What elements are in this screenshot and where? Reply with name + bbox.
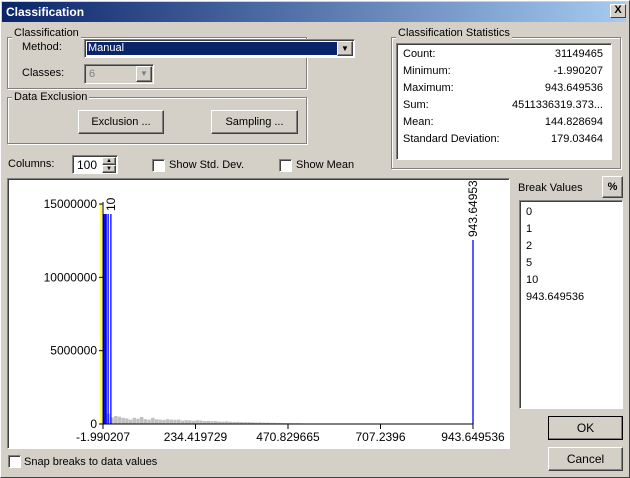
histogram-bar	[169, 419, 173, 424]
cancel-button[interactable]: Cancel	[548, 447, 623, 471]
histogram-bar	[114, 415, 118, 424]
stat-label: Mean:	[403, 116, 434, 128]
y-tick-label: 15000000	[44, 197, 98, 211]
break-value-item[interactable]: 943.649536	[520, 289, 622, 306]
percent-button[interactable]: %	[602, 176, 623, 198]
histogram-bar	[173, 419, 177, 424]
show-mean-label: Show Mean	[296, 159, 355, 171]
break-label: 943.649536	[466, 180, 480, 237]
histogram-bar	[199, 420, 203, 424]
histogram-bar	[151, 417, 155, 424]
method-label: Method:	[22, 41, 62, 53]
histogram-bar	[195, 420, 199, 424]
histogram-bar	[143, 419, 148, 424]
snap-breaks-label: Snap breaks to data values	[24, 456, 158, 468]
histogram-bar	[184, 420, 188, 424]
break-value-item[interactable]: 10	[520, 272, 622, 289]
histogram-bar	[121, 417, 125, 424]
y-tick-label: 0	[90, 417, 97, 431]
snap-breaks-checkbox[interactable]	[8, 455, 21, 468]
stat-row: Mean: 144.828694	[403, 114, 603, 131]
histogram-panel[interactable]: 10 943.649536 0 5000000 10000000 15000000 -1.9…	[7, 178, 510, 449]
sampling-button[interactable]: Sampling ...	[211, 110, 298, 134]
stat-row: Count: 31149465	[403, 46, 603, 63]
histogram-bar	[158, 419, 162, 424]
break-value-item[interactable]: 5	[520, 255, 622, 272]
histogram-bar	[117, 416, 122, 424]
break-values-list[interactable]: 0 1 2 5 10 943.649536	[519, 200, 623, 409]
histogram-bar	[128, 419, 133, 424]
x-tick-label: 943.649536	[441, 430, 505, 444]
break-value-item[interactable]: 2	[520, 238, 622, 255]
histogram-bar	[125, 418, 129, 424]
stat-row: Sum: 4511336319.373...	[403, 97, 603, 114]
classification-legend: Classification	[12, 27, 81, 39]
stat-label: Maximum:	[403, 82, 454, 94]
columns-spinner[interactable]: 100 ▲ ▼	[72, 155, 118, 174]
chevron-down-icon: ▼	[136, 66, 152, 82]
x-tick-label: 707.2396	[355, 430, 405, 444]
stat-row: Standard Deviation: 179.03464	[403, 131, 603, 148]
stat-label: Sum:	[403, 99, 429, 111]
classes-label: Classes:	[22, 67, 65, 79]
stat-label: Minimum:	[403, 65, 451, 77]
histogram-bar	[162, 419, 166, 424]
histogram-bar	[132, 417, 136, 424]
statistics-legend: Classification Statistics	[396, 27, 512, 39]
show-std-dev-label: Show Std. Dev.	[169, 159, 244, 171]
histogram-bar	[147, 419, 151, 424]
stat-value: 31149465	[554, 48, 603, 60]
histogram-bar	[140, 416, 144, 424]
close-button[interactable]: X	[610, 4, 626, 18]
break-label: 10	[104, 197, 118, 211]
ok-button[interactable]: OK	[548, 416, 623, 440]
columns-value: 100	[77, 158, 98, 172]
columns-label: Columns:	[8, 158, 55, 170]
show-mean-checkbox[interactable]	[279, 159, 292, 172]
stat-value: -1.990207	[553, 65, 603, 77]
y-tick-label: 10000000	[44, 270, 98, 284]
stat-value: 943.649536	[544, 82, 603, 94]
method-value: Manual	[87, 42, 337, 55]
data-exclusion-legend: Data Exclusion	[12, 91, 90, 103]
histogram-chart[interactable]: 10 943.649536 0 5000000 10000000 15000000 -1.9…	[9, 180, 510, 449]
histogram-bar	[180, 420, 185, 424]
stat-label: Count:	[403, 48, 436, 60]
break-value-item[interactable]: 1	[520, 221, 622, 238]
method-select[interactable]: Manual ▼	[84, 39, 355, 58]
spin-up-icon[interactable]: ▲	[102, 157, 116, 165]
chevron-down-icon[interactable]: ▼	[337, 41, 353, 56]
y-tick-label: 5000000	[50, 344, 97, 358]
break-value-item[interactable]: 0	[520, 204, 622, 221]
classes-value: 6	[89, 68, 96, 80]
exclusion-button[interactable]: Exclusion ...	[78, 110, 164, 134]
stat-row: Maximum: 943.649536	[403, 80, 603, 97]
stat-value: 144.828694	[544, 116, 603, 128]
classes-select[interactable]: 6 ▼	[84, 64, 154, 84]
title-bar: Classification	[2, 2, 626, 22]
histogram-bar	[165, 419, 170, 424]
histogram-bar	[136, 418, 140, 424]
spin-down-icon[interactable]: ▼	[102, 165, 116, 173]
histogram-bar	[188, 420, 192, 424]
x-tick-label: -1.990207	[76, 430, 130, 444]
x-tick-label: 470.829665	[256, 430, 320, 444]
stat-value: 179.03464	[551, 133, 603, 145]
window-title: Classification	[6, 5, 85, 19]
stat-value: 4511336319.373...	[512, 99, 603, 111]
histogram-bar	[177, 419, 181, 424]
histogram-bar	[154, 419, 159, 424]
break-values-label: Break Values	[518, 182, 583, 194]
x-tick-label: 234.419729	[164, 430, 228, 444]
show-std-dev-checkbox[interactable]	[152, 159, 165, 172]
stat-label: Standard Deviation:	[403, 133, 500, 145]
stat-row: Minimum: -1.990207	[403, 63, 603, 80]
statistics-panel: Count: 31149465 Minimum: -1.990207 Maximum: 9…	[396, 43, 612, 160]
